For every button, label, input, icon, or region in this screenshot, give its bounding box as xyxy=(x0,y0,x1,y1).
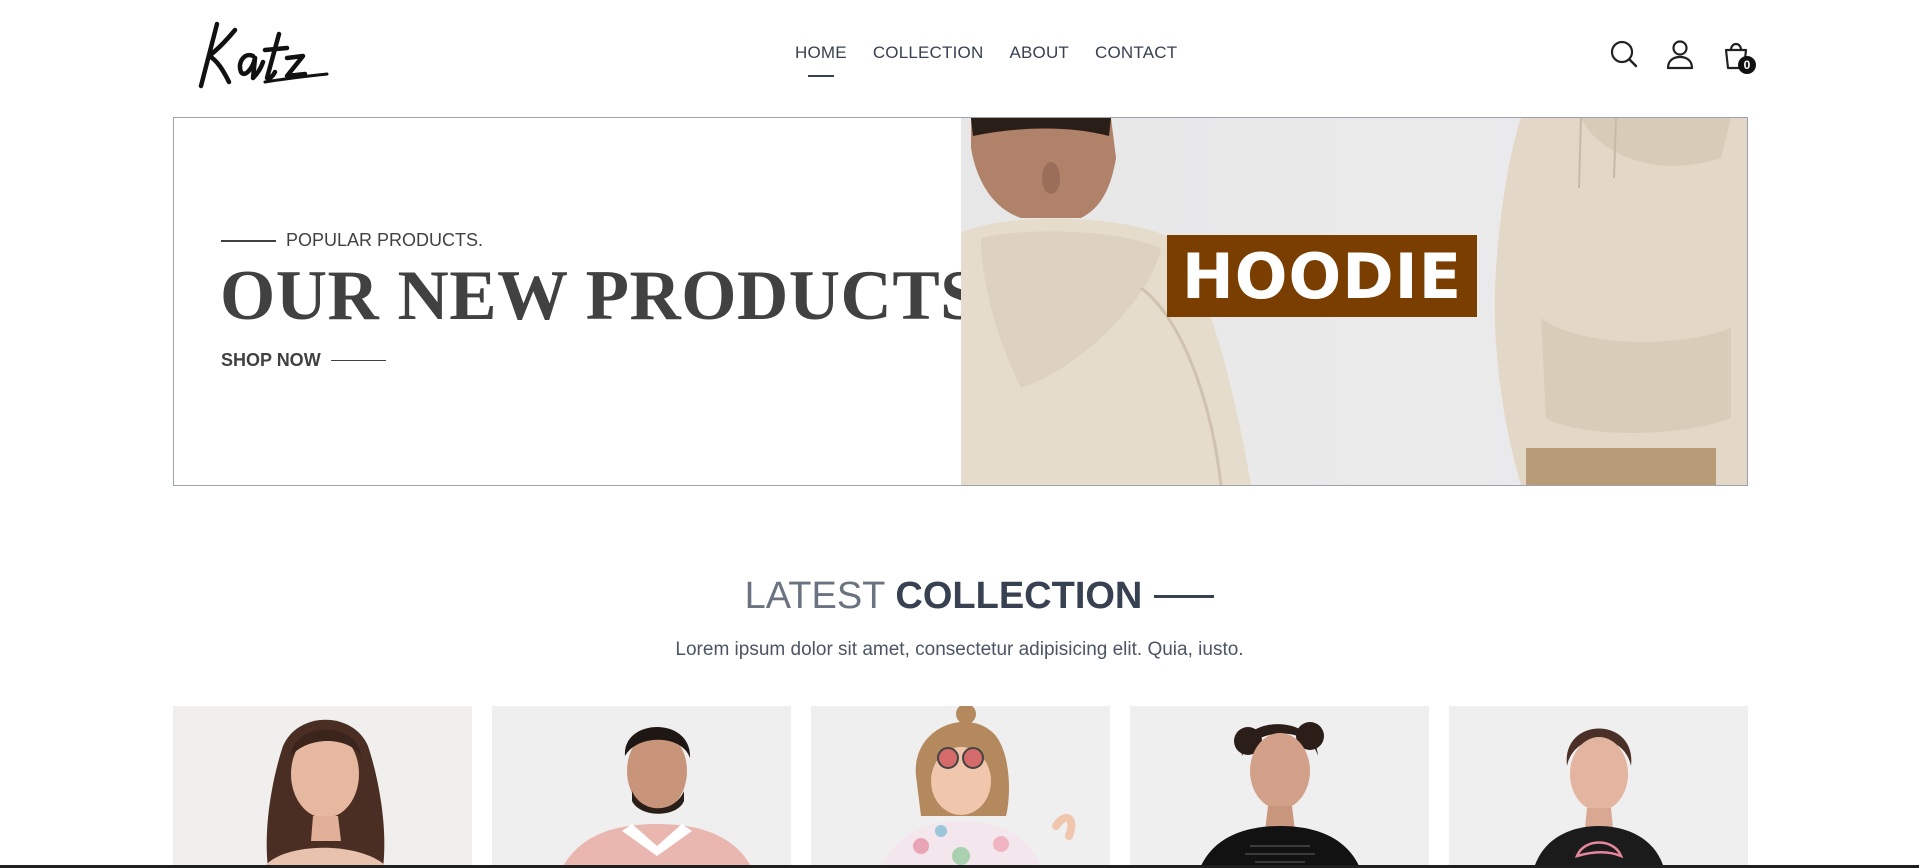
logo-script-icon xyxy=(198,21,329,89)
hero-kicker-text: POPULAR PRODUCTS. xyxy=(286,230,484,250)
product-photo-icon xyxy=(492,706,791,868)
brand-logo[interactable] xyxy=(195,20,330,92)
product-card[interactable] xyxy=(492,706,791,868)
user-icon[interactable] xyxy=(1664,38,1696,70)
nav-about[interactable]: ABOUT xyxy=(1009,43,1069,63)
hero-text-panel: POPULAR PRODUCTS. OUR NEW PRODUCTS SHOP … xyxy=(174,118,980,485)
cta-line xyxy=(330,359,386,362)
product-card[interactable] xyxy=(1449,706,1748,868)
header-actions: 0 xyxy=(1608,38,1756,74)
product-grid xyxy=(173,706,1748,868)
main-nav: HOME COLLECTION ABOUT CONTACT xyxy=(795,43,1177,63)
hero-image: HOODIE xyxy=(961,118,1747,485)
product-card[interactable] xyxy=(811,706,1110,868)
product-photo-icon xyxy=(173,706,472,868)
latest-collection-heading: LATEST COLLECTION xyxy=(0,575,1919,618)
hero-banner: POPULAR PRODUCTS. OUR NEW PRODUCTS SHOP … xyxy=(173,117,1748,486)
nav-home[interactable]: HOME xyxy=(795,43,847,63)
nav-contact[interactable]: CONTACT xyxy=(1095,43,1177,63)
hoodie-label: HOODIE xyxy=(1167,235,1477,317)
heading-line xyxy=(1154,595,1215,598)
heading-bold: COLLECTION xyxy=(895,575,1143,617)
heading-light: LATEST xyxy=(744,575,886,617)
hero-kicker: POPULAR PRODUCTS. xyxy=(221,230,483,251)
cart-icon[interactable]: 0 xyxy=(1720,38,1756,74)
shop-now-button[interactable]: SHOP NOW xyxy=(221,350,386,371)
hero-title: OUR NEW PRODUCTS xyxy=(220,257,981,335)
product-card[interactable] xyxy=(1130,706,1429,868)
site-header: HOME COLLECTION ABOUT CONTACT 0 xyxy=(0,0,1919,110)
product-card[interactable] xyxy=(173,706,472,868)
product-photo-icon xyxy=(1449,706,1748,868)
search-icon[interactable] xyxy=(1608,38,1640,70)
shop-now-label: SHOP NOW xyxy=(221,350,321,370)
cart-count-badge: 0 xyxy=(1738,56,1756,74)
nav-collection[interactable]: COLLECTION xyxy=(873,43,984,63)
product-photo-icon xyxy=(1130,706,1429,868)
kicker-line xyxy=(221,239,276,242)
product-photo-icon xyxy=(811,706,1110,868)
collection-description: Lorem ipsum dolor sit amet, consectetur … xyxy=(675,639,1244,660)
